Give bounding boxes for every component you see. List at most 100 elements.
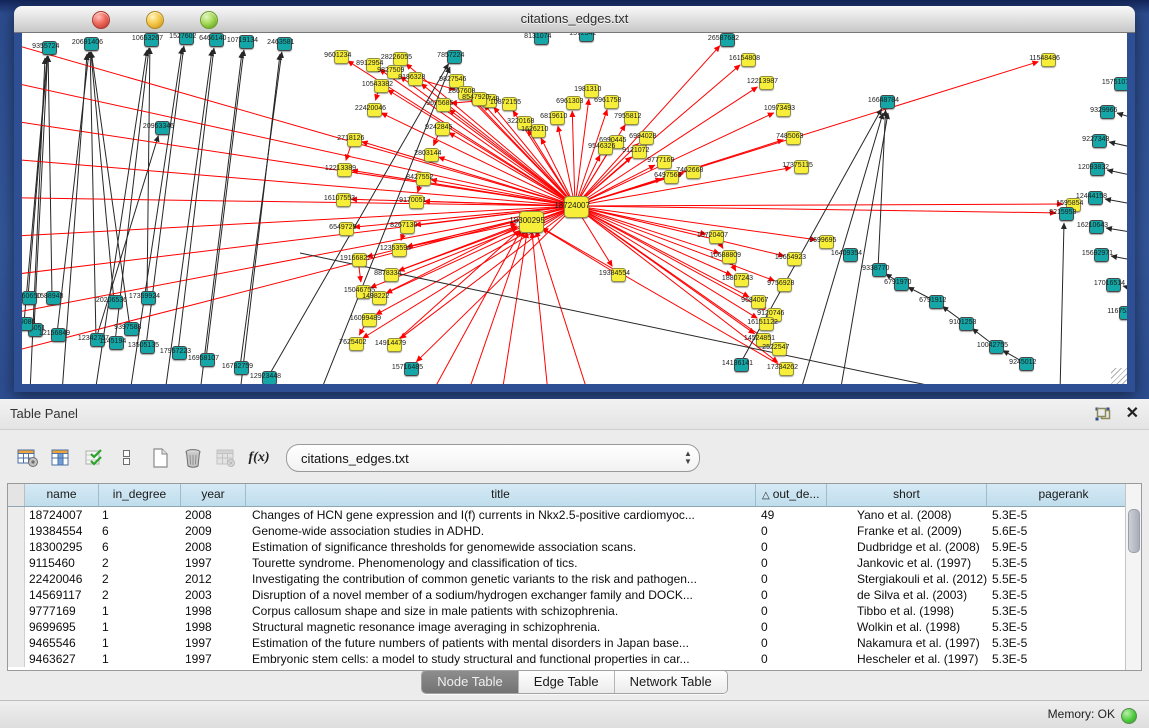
graph-node[interactable] bbox=[566, 96, 581, 110]
graph-node[interactable] bbox=[772, 342, 787, 356]
graph-node[interactable] bbox=[172, 346, 187, 360]
graph-node[interactable] bbox=[550, 111, 565, 125]
graph-node[interactable] bbox=[564, 196, 589, 218]
graph-node[interactable] bbox=[436, 98, 451, 112]
graph-node[interactable] bbox=[372, 291, 387, 305]
column-header-title[interactable]: title bbox=[246, 484, 756, 506]
graph-node[interactable] bbox=[352, 253, 367, 267]
graph-node[interactable] bbox=[366, 58, 381, 72]
graph-node[interactable] bbox=[794, 160, 809, 174]
graph-node[interactable] bbox=[155, 121, 170, 135]
graph-node[interactable] bbox=[22, 317, 33, 331]
table-row[interactable]: 1872400712008Changes of HCN gene express… bbox=[8, 507, 1141, 523]
column-header-in_degree[interactable]: in_degree bbox=[99, 484, 181, 506]
graph-node[interactable] bbox=[392, 243, 407, 257]
graph-node[interactable] bbox=[843, 248, 858, 262]
graph-node[interactable] bbox=[109, 336, 124, 350]
graph-node[interactable] bbox=[584, 84, 599, 98]
tab-node-table[interactable]: Node Table bbox=[422, 671, 519, 693]
graph-node[interactable] bbox=[234, 361, 249, 375]
table-row[interactable]: 911546021997Tourette syndrome. Phenomeno… bbox=[8, 555, 1141, 571]
table-row[interactable]: 1830029562008Estimation of significance … bbox=[8, 539, 1141, 555]
graph-node[interactable] bbox=[209, 33, 224, 47]
graph-node[interactable] bbox=[1088, 191, 1103, 205]
graph-node[interactable] bbox=[709, 230, 724, 244]
graph-node[interactable] bbox=[424, 148, 439, 162]
graph-node[interactable] bbox=[894, 277, 909, 291]
graph-node[interactable] bbox=[779, 362, 794, 376]
graph-node[interactable] bbox=[374, 79, 389, 93]
table-selector-dropdown[interactable]: citations_edges.txt ▲▼ bbox=[286, 444, 700, 472]
new-document-icon[interactable] bbox=[148, 447, 172, 469]
table-mode-icon[interactable] bbox=[16, 447, 40, 469]
column-header-year[interactable]: year bbox=[181, 484, 246, 506]
graph-node[interactable] bbox=[384, 268, 399, 282]
graph-node[interactable] bbox=[624, 111, 639, 125]
graph-node[interactable] bbox=[1119, 306, 1128, 320]
graph-node[interactable] bbox=[734, 358, 749, 372]
graph-node[interactable] bbox=[367, 103, 382, 117]
graph-node[interactable] bbox=[959, 317, 974, 331]
graph-node[interactable] bbox=[46, 291, 61, 305]
graph-node[interactable] bbox=[141, 291, 156, 305]
graph-node[interactable] bbox=[751, 295, 766, 309]
column-header-out_degree[interactable]: △out_de... bbox=[756, 484, 827, 506]
delete-icon[interactable] bbox=[181, 447, 205, 469]
graph-node[interactable] bbox=[756, 333, 771, 347]
graph-node[interactable] bbox=[632, 145, 647, 159]
graph-node[interactable] bbox=[108, 295, 123, 309]
graph-node[interactable] bbox=[639, 131, 654, 145]
graph-node[interactable] bbox=[598, 141, 613, 155]
graph-node[interactable] bbox=[872, 263, 887, 277]
tab-edge-table[interactable]: Edge Table bbox=[519, 671, 615, 693]
graph-node[interactable] bbox=[531, 124, 546, 138]
close-panel-icon[interactable]: ✕ bbox=[1126, 405, 1139, 423]
column-header-pagerank[interactable]: pagerank bbox=[987, 484, 1141, 506]
graph-node[interactable] bbox=[1089, 220, 1104, 234]
graph-node[interactable] bbox=[741, 53, 756, 67]
graph-node[interactable] bbox=[387, 338, 402, 352]
graph-node[interactable] bbox=[447, 50, 462, 64]
table-row[interactable]: 2242004622012Investigating the contribut… bbox=[8, 571, 1141, 587]
graph-node[interactable] bbox=[519, 211, 544, 233]
graph-node[interactable] bbox=[458, 86, 473, 100]
table-row[interactable]: 969969511998Structural magnetic resonanc… bbox=[8, 619, 1141, 635]
graph-node[interactable] bbox=[334, 50, 349, 64]
graph-node[interactable] bbox=[51, 328, 66, 342]
column-header-name[interactable]: name bbox=[25, 484, 99, 506]
graph-node[interactable] bbox=[1041, 53, 1056, 67]
graph-node[interactable] bbox=[759, 317, 774, 331]
graph-node[interactable] bbox=[200, 353, 215, 367]
graph-node[interactable] bbox=[664, 170, 679, 184]
vertical-scrollbar[interactable] bbox=[1125, 484, 1141, 670]
graph-node[interactable] bbox=[534, 33, 549, 45]
graph-node[interactable] bbox=[409, 195, 424, 209]
graph-node[interactable] bbox=[777, 278, 792, 292]
table-row[interactable]: 1456911722003Disruption of a novel membe… bbox=[8, 587, 1141, 603]
graph-node[interactable] bbox=[336, 193, 351, 207]
float-panel-icon[interactable] bbox=[1094, 406, 1112, 422]
graph-node[interactable] bbox=[1092, 134, 1107, 148]
graph-node[interactable] bbox=[408, 72, 423, 86]
function-builder-icon[interactable]: f(x) bbox=[247, 447, 271, 469]
graph-node[interactable] bbox=[929, 295, 944, 309]
graph-node[interactable] bbox=[387, 65, 402, 79]
graph-node[interactable] bbox=[42, 41, 57, 55]
resize-grip-icon[interactable] bbox=[1111, 368, 1127, 384]
column-select-icon[interactable] bbox=[82, 447, 106, 469]
graph-node[interactable] bbox=[989, 340, 1004, 354]
graph-node[interactable] bbox=[1100, 105, 1115, 119]
graph-node[interactable] bbox=[1094, 248, 1109, 262]
graph-node[interactable] bbox=[604, 95, 619, 109]
graph-node[interactable] bbox=[349, 337, 364, 351]
graph-node[interactable] bbox=[1114, 77, 1128, 91]
table-row[interactable]: 946554611997Estimation of the future num… bbox=[8, 635, 1141, 651]
graph-node[interactable] bbox=[339, 222, 354, 236]
graph-node[interactable] bbox=[787, 252, 802, 266]
network-canvas[interactable]: 1872400718300295960123489129542822605598… bbox=[22, 33, 1127, 384]
graph-node[interactable] bbox=[579, 33, 594, 42]
column-header-short[interactable]: short bbox=[827, 484, 987, 506]
graph-node[interactable] bbox=[144, 33, 159, 47]
graph-node[interactable] bbox=[347, 133, 362, 147]
graph-node[interactable] bbox=[759, 76, 774, 90]
